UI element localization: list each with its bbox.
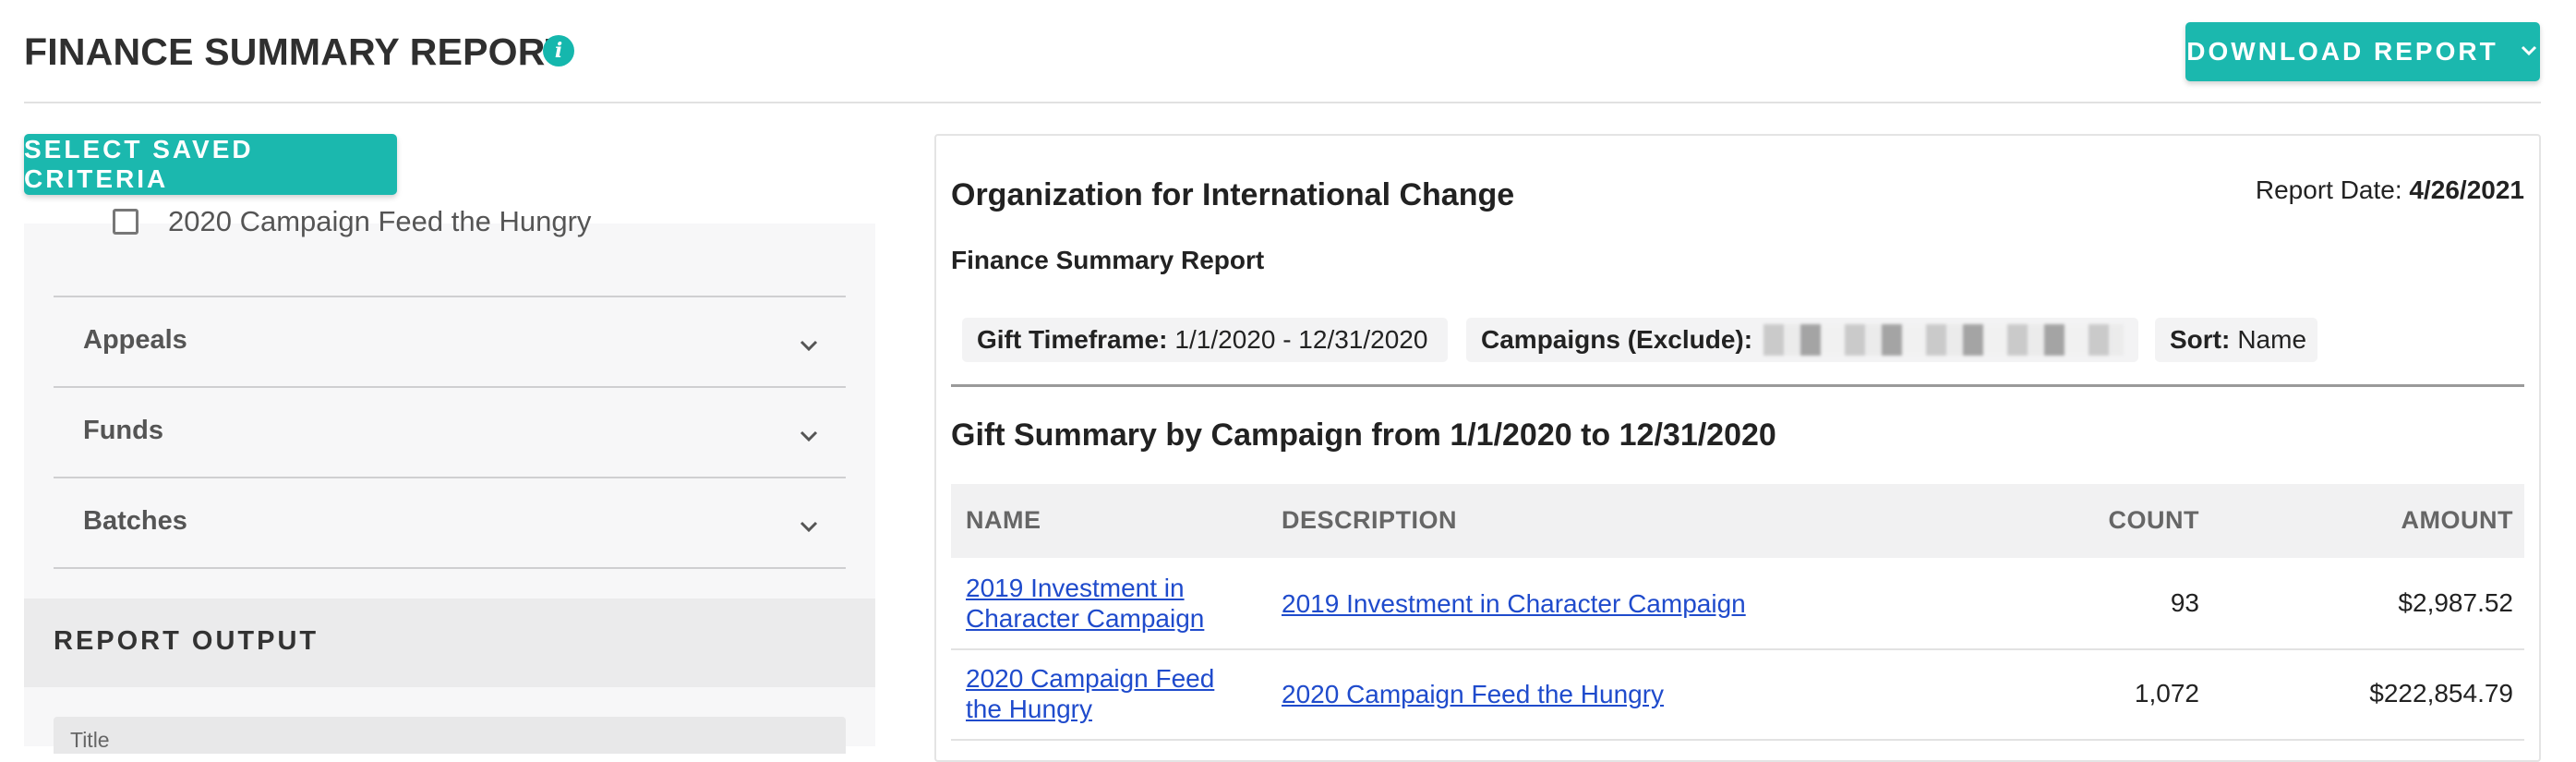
timeframe-value: 1/1/2020 - 12/31/2020 xyxy=(1174,325,1428,354)
accordion-appeals[interactable]: Appeals xyxy=(83,325,187,356)
chevron-down-icon[interactable] xyxy=(794,331,824,360)
name-line-1[interactable]: 2019 Investment in xyxy=(966,573,1204,603)
table-row-name-link[interactable]: 2019 Investment in Character Campaign xyxy=(966,573,1204,634)
table-header xyxy=(951,484,2524,558)
column-header-name: NAME xyxy=(966,506,1041,534)
sort-chip: Sort: Name xyxy=(2155,318,2317,362)
timeframe-chip: Gift Timeframe: 1/1/2020 - 12/31/2020 xyxy=(962,318,1448,362)
campaign-checkbox[interactable] xyxy=(113,209,138,235)
table-row-description-link[interactable]: 2019 Investment in Character Campaign xyxy=(1282,588,1746,619)
table-row-name-link[interactable]: 2020 Campaign Feed the Hungry xyxy=(966,663,1214,724)
column-header-description: DESCRIPTION xyxy=(1282,506,1458,534)
divider xyxy=(54,477,846,478)
report-date: Report Date: 4/26/2021 xyxy=(2256,175,2524,205)
section-divider xyxy=(951,384,2524,387)
sort-label: Sort: xyxy=(2170,325,2231,354)
title-field[interactable] xyxy=(54,717,846,754)
name-line-2[interactable]: the Hungry xyxy=(966,694,1214,724)
table-row-count: 93 xyxy=(2170,588,2199,617)
campaigns-exclude-chip: Campaigns (Exclude): xyxy=(1466,318,2138,362)
divider xyxy=(54,567,846,569)
report-subtitle: Finance Summary Report xyxy=(951,246,1265,274)
title-field-label: Title xyxy=(70,728,110,752)
download-report-label: DOWNLOAD REPORT xyxy=(2186,37,2498,66)
row-divider xyxy=(951,648,2524,650)
chevron-down-icon xyxy=(2519,37,2539,67)
name-line-1[interactable]: 2020 Campaign Feed xyxy=(966,663,1214,694)
campaign-item-label: 2020 Campaign Feed the Hungry xyxy=(168,205,592,237)
report-date-value: 4/26/2021 xyxy=(2409,175,2524,204)
download-report-button[interactable]: DOWNLOAD REPORT xyxy=(2185,22,2540,81)
column-header-amount: AMOUNT xyxy=(2401,506,2513,534)
table-row-amount: $2,987.52 xyxy=(2398,588,2513,617)
organization-name: Organization for International Change xyxy=(951,177,1515,212)
page-title: FINANCE SUMMARY REPORT xyxy=(24,30,569,73)
campaigns-exclude-label: Campaigns (Exclude): xyxy=(1481,325,1753,354)
report-output-label: REPORT OUTPUT xyxy=(54,626,319,656)
divider xyxy=(54,296,846,297)
sort-value: Name xyxy=(2237,325,2307,354)
table-row-description-link[interactable]: 2020 Campaign Feed the Hungry xyxy=(1282,679,1664,709)
table-row-count: 1,072 xyxy=(2134,679,2199,708)
info-icon[interactable]: i xyxy=(543,35,574,67)
select-saved-criteria-button[interactable]: SELECT SAVED CRITERIA xyxy=(24,134,397,195)
table-row-amount: $222,854.79 xyxy=(2369,679,2513,708)
redacted-campaigns xyxy=(1763,324,2124,356)
accordion-funds[interactable]: Funds xyxy=(83,416,163,446)
select-saved-criteria-label: SELECT SAVED CRITERIA xyxy=(24,135,254,193)
section-title: Gift Summary by Campaign from 1/1/2020 t… xyxy=(951,417,1776,453)
report-date-label: Report Date: xyxy=(2255,175,2402,204)
chevron-down-icon[interactable] xyxy=(794,512,824,541)
row-divider xyxy=(951,739,2524,741)
accordion-batches[interactable]: Batches xyxy=(83,506,187,537)
timeframe-label: Gift Timeframe: xyxy=(977,325,1168,354)
name-line-2[interactable]: Character Campaign xyxy=(966,603,1204,634)
header-divider xyxy=(24,102,2541,103)
column-header-count: COUNT xyxy=(2108,506,2199,534)
divider xyxy=(54,386,846,388)
chevron-down-icon[interactable] xyxy=(794,421,824,451)
